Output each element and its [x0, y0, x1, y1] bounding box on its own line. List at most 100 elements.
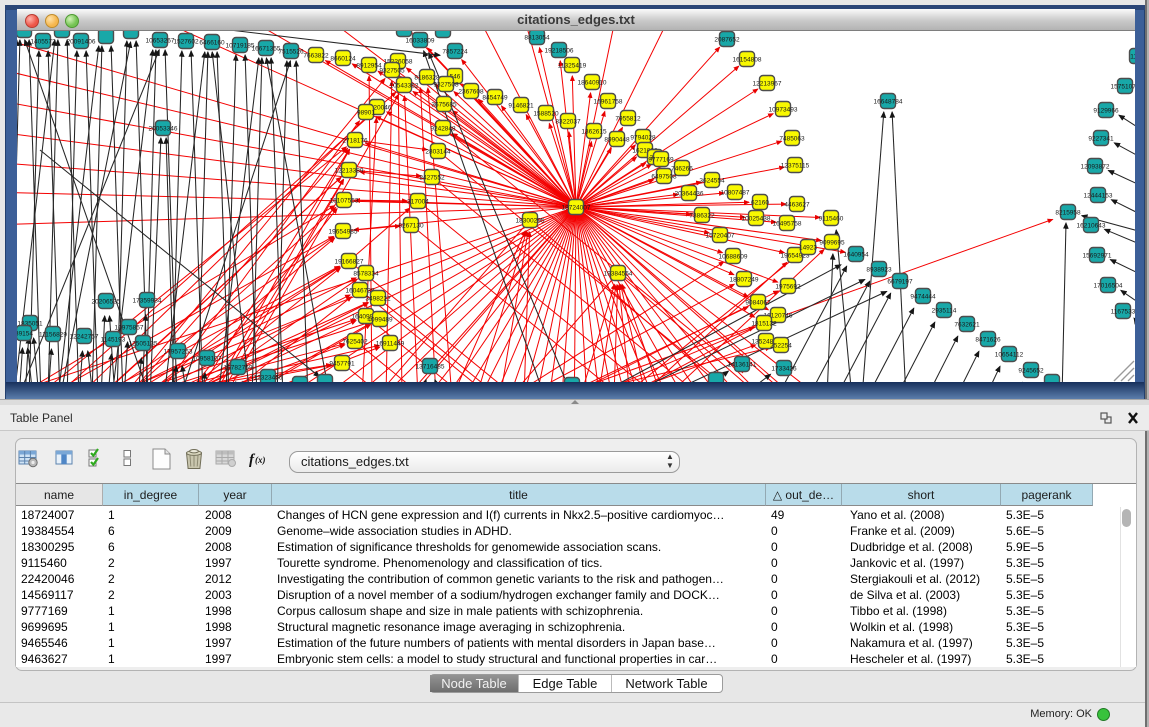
svg-text:20053346: 20053346 [149, 125, 178, 132]
svg-text:16210643: 16210643 [1077, 222, 1106, 229]
svg-text:16154808: 16154808 [733, 56, 762, 63]
svg-text:2087652: 2087652 [714, 36, 740, 43]
svg-text:1362615: 1362615 [581, 128, 607, 135]
svg-text:317004: 317004 [407, 198, 429, 205]
svg-text:2935114: 2935114 [932, 307, 957, 314]
svg-text:252254: 252254 [770, 342, 792, 349]
svg-text:16107553: 16107553 [330, 197, 359, 204]
svg-text:1588520: 1588520 [533, 110, 559, 117]
svg-text:10958107: 10958107 [193, 355, 222, 362]
svg-text:1733426: 1733426 [771, 365, 797, 372]
svg-text:10543362: 10543362 [390, 82, 419, 89]
svg-text:9227341: 9227341 [1088, 135, 1114, 142]
svg-text:(x): (x) [255, 455, 266, 465]
svg-text:1527602: 1527602 [173, 38, 199, 45]
svg-text:16648784: 16648784 [874, 98, 903, 105]
svg-text:3675685: 3675685 [431, 101, 457, 108]
svg-text:12242757: 12242757 [70, 333, 99, 340]
svg-text:8813054: 8813054 [524, 34, 550, 41]
svg-text:8471626: 8471626 [975, 336, 1001, 343]
svg-text:11325419: 11325419 [558, 62, 587, 69]
svg-text:10654112: 10654112 [995, 351, 1024, 358]
svg-text:8660124: 8660124 [330, 55, 356, 62]
svg-text:17359934: 17359934 [133, 297, 162, 304]
svg-text:10719185: 10719185 [226, 42, 255, 49]
svg-text:19384554: 19384554 [604, 270, 633, 277]
svg-text:16961758: 16961758 [594, 98, 623, 105]
svg-text:16671355: 16671355 [252, 45, 281, 52]
svg-text:62160: 62160 [751, 199, 769, 206]
svg-text:9115460: 9115460 [819, 215, 844, 222]
svg-text:8267130: 8267130 [398, 222, 424, 229]
svg-text:9129966: 9129966 [1093, 107, 1119, 114]
svg-text:12213967: 12213967 [753, 80, 782, 87]
svg-text:2718176: 2718176 [342, 137, 368, 144]
svg-text:39154: 39154 [17, 330, 33, 337]
svg-text:19166827: 19166827 [335, 258, 364, 265]
svg-text:7485063: 7485063 [779, 135, 805, 142]
svg-text:8454749: 8454749 [482, 94, 508, 101]
svg-text:6466160: 6466160 [199, 39, 225, 46]
svg-text:12375115: 12375115 [781, 162, 810, 169]
svg-text:8990448: 8990448 [604, 136, 630, 143]
svg-text:16033809: 16033809 [406, 37, 435, 44]
svg-text:7625402: 7625402 [342, 338, 368, 345]
svg-text:10973493: 10973493 [769, 106, 798, 113]
svg-text:2367608: 2367608 [458, 88, 484, 95]
svg-text:1145193: 1145193 [101, 336, 126, 343]
svg-text:1112: 1112 [1130, 53, 1135, 60]
svg-text:6497508: 6497508 [651, 173, 677, 180]
svg-text:12323466: 12323466 [254, 374, 283, 381]
svg-text:12444153: 12444153 [1084, 192, 1113, 199]
svg-text:1975692: 1975692 [775, 283, 801, 290]
svg-text:9084067: 9084067 [745, 299, 771, 306]
svg-text:9242848: 9242848 [430, 125, 456, 132]
svg-text:9327505: 9327505 [379, 67, 405, 74]
svg-text:10653267: 10653267 [146, 37, 175, 44]
svg-text:1405572: 1405572 [30, 38, 56, 45]
svg-text:18724007: 18724007 [562, 204, 591, 211]
svg-text:9474444: 9474444 [910, 293, 936, 300]
svg-text:4099489: 4099489 [367, 316, 393, 323]
svg-text:8912954: 8912954 [356, 62, 382, 69]
svg-text:20364436: 20364436 [675, 190, 704, 197]
svg-text:6679197: 6679197 [887, 278, 913, 285]
svg-text:746266: 746266 [671, 165, 693, 172]
svg-text:7632621: 7632621 [954, 321, 980, 328]
svg-text:9146821: 9146821 [508, 102, 534, 109]
svg-text:19218506: 19218506 [545, 47, 574, 54]
svg-text:18640910: 18640910 [578, 79, 607, 86]
svg-text:17957253: 17957253 [164, 348, 193, 355]
svg-text:12505135: 12505135 [129, 340, 158, 347]
svg-text:20206535: 20206535 [92, 298, 121, 305]
svg-text:10807487: 10807487 [721, 189, 750, 196]
svg-text:9099695: 9099695 [819, 239, 845, 246]
svg-text:9457791: 9457791 [329, 360, 355, 367]
svg-text:10025438: 10025438 [742, 215, 771, 222]
svg-text:12213389: 12213389 [335, 167, 364, 174]
svg-text:15692971: 15692971 [1083, 252, 1112, 259]
svg-text:8186328: 8186328 [414, 74, 440, 81]
svg-text:3498222: 3498222 [365, 295, 391, 302]
svg-text:7955812: 7955812 [615, 115, 641, 122]
svg-text:8215958: 8215958 [1055, 209, 1081, 216]
svg-text:17016504: 17016504 [1094, 282, 1123, 289]
svg-text:9794028: 9794028 [630, 134, 656, 141]
svg-text:16911449: 16911449 [376, 340, 405, 347]
svg-text:7663822: 7663822 [303, 52, 329, 59]
svg-text:8322037: 8322037 [555, 118, 581, 125]
svg-text:9327508: 9327508 [433, 81, 459, 88]
svg-text:15751074: 15751074 [1111, 83, 1135, 90]
svg-text:9777169: 9777169 [648, 156, 674, 163]
svg-text:12093872: 12093872 [1081, 163, 1110, 170]
svg-text:9245652: 9245652 [1018, 367, 1044, 374]
svg-text:18807249: 18807249 [730, 276, 759, 283]
svg-text:13716485: 13716485 [416, 363, 445, 370]
svg-text:7386322: 7386322 [689, 212, 715, 219]
svg-text:8938923: 8938923 [866, 266, 892, 273]
svg-text:2803144: 2803144 [425, 148, 451, 155]
svg-text:14136141: 14136141 [728, 361, 757, 368]
svg-text:1167533: 1167533 [1111, 308, 1135, 315]
svg-text:15720407: 15720407 [706, 232, 735, 239]
svg-text:8427552: 8427552 [419, 174, 445, 181]
